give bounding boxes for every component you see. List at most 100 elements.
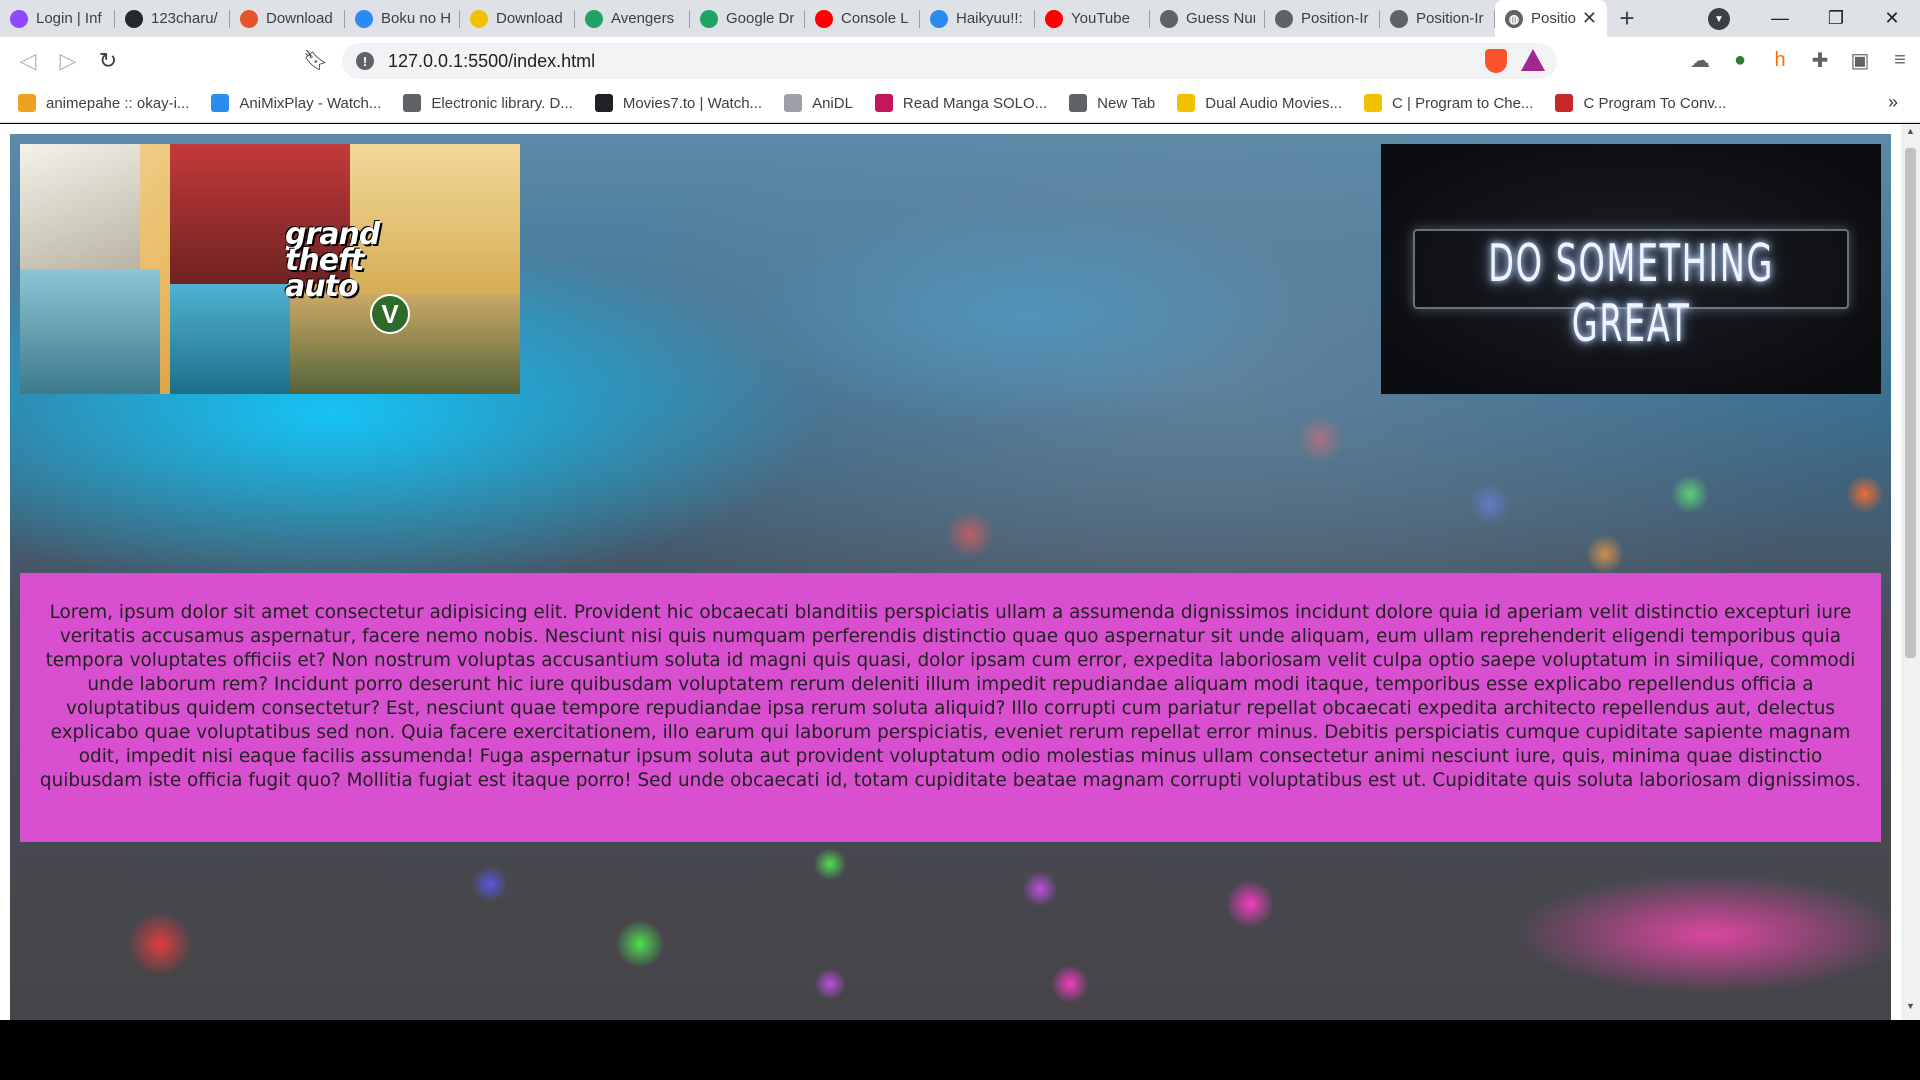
puzzle-icon[interactable]: ✚ (1800, 48, 1840, 73)
anidl-icon (784, 94, 803, 112)
bookmark-item[interactable]: Electronic library. D... (403, 94, 573, 112)
close-window-button[interactable]: ✕ (1864, 8, 1920, 29)
tab-label: 123charu/ (151, 10, 218, 27)
tab-5[interactable]: Avengers (575, 0, 690, 37)
bookmark-item[interactable]: AniDL (784, 94, 853, 112)
gta-v-logo: V (370, 294, 410, 334)
download-site-icon (1177, 94, 1196, 112)
url-text[interactable]: 127.0.0.1:5500/index.html (388, 51, 595, 72)
reload-button[interactable]: ↻ (88, 48, 128, 74)
x-icon (240, 9, 258, 28)
tab-label: Haikyuu!!: (956, 10, 1023, 27)
tab-label: Google Dr (726, 10, 795, 27)
tab-label: Guess Nur (1186, 10, 1255, 27)
brave-shield-icon[interactable] (1485, 49, 1507, 73)
bookmark-label: Dual Audio Movies... (1205, 94, 1343, 112)
gta-image: grand theft auto V (20, 144, 520, 394)
tab-2[interactable]: Download (230, 0, 345, 37)
menu-icon[interactable]: ≡ (1880, 49, 1920, 72)
bookmark-label: Electronic library. D... (431, 94, 573, 112)
animepahe-icon (18, 94, 36, 112)
window-controls: — ❐ ✕ (1752, 0, 1920, 37)
bookmark-label: animepahe :: okay-i... (46, 94, 190, 112)
bookmark-item[interactable]: Read Manga SOLO... (874, 94, 1047, 112)
bookmarks-bar: animepahe :: okay-i... AniMixPlay - Watch… (0, 84, 1920, 123)
toolbar: ◁ ▷ ↻ 🔖︎ ! 127.0.0.1:5500/index.html ☁ ●… (0, 37, 1920, 84)
bookmark-item[interactable]: Dual Audio Movies... (1177, 94, 1342, 112)
tab-label: Avengers (611, 10, 675, 27)
vpn-icon[interactable]: ☁ (1680, 48, 1720, 73)
globe-icon (1390, 9, 1408, 28)
neon-text: DO SOMETHING GREAT (1488, 234, 1774, 354)
maximize-button[interactable]: ❐ (1808, 8, 1864, 29)
scroll-down-icon[interactable]: ▼ (1901, 1001, 1920, 1018)
download-site-icon (470, 9, 488, 28)
tab-11[interactable]: Position-Ir (1265, 0, 1380, 37)
github-icon (125, 9, 143, 28)
google-drive-icon (700, 9, 718, 28)
back-button[interactable]: ◁ (8, 48, 48, 74)
chevron-more-icon[interactable]: » (1888, 92, 1898, 113)
tab-label: Position-Ir (1416, 10, 1484, 27)
bookmark-label: Movies7.to | Watch... (622, 94, 763, 112)
tab-6[interactable]: Google Dr (690, 0, 805, 37)
tab-label: Console L (841, 10, 909, 27)
bookmark-item[interactable]: C Program To Conv... (1555, 94, 1726, 112)
scroll-up-icon[interactable]: ▲ (1901, 126, 1920, 143)
tab-0[interactable]: Login | Inf (0, 0, 115, 37)
page-background: grand theft auto V DO SOMETHING GREAT Lo… (10, 134, 1891, 1020)
manga-icon (874, 94, 893, 112)
bookmark-icon[interactable]: 🔖︎ (303, 48, 328, 73)
scrollbar-thumb[interactable] (1905, 148, 1916, 658)
honey-icon[interactable]: h (1760, 49, 1800, 72)
twitch-icon (10, 9, 28, 28)
tab-label: Download (496, 10, 563, 27)
tab-label: Position-Ir (1301, 10, 1369, 27)
animixplay-icon (211, 94, 230, 112)
page-viewport: grand theft auto V DO SOMETHING GREAT Lo… (0, 124, 1920, 1020)
neon-sign-image: DO SOMETHING GREAT (1381, 144, 1881, 394)
tab-search-icon[interactable]: ▼ (1708, 8, 1730, 30)
animixplay-icon (355, 9, 373, 28)
bookmark-label: C | Program to Che... (1392, 94, 1534, 112)
tab-label: YouTube (1071, 10, 1130, 27)
bookmark-label: New Tab (1097, 94, 1156, 112)
tab-7[interactable]: Console L (805, 0, 920, 37)
animixplay-icon (930, 9, 948, 28)
tab-8[interactable]: Haikyuu!!: (920, 0, 1035, 37)
bookmark-item[interactable]: New Tab (1069, 94, 1155, 112)
address-bar[interactable]: ! 127.0.0.1:5500/index.html (342, 43, 1557, 79)
close-icon[interactable]: ✕ (1582, 8, 1597, 29)
bookmark-item[interactable]: animepahe :: okay-i... (18, 94, 189, 112)
lorem-paragraph: Lorem, ipsum dolor sit amet consectetur … (20, 573, 1881, 842)
bookmark-item[interactable]: Movies7.to | Watch... (594, 94, 763, 112)
geeks-icon (1364, 94, 1383, 112)
v-icon (403, 94, 422, 112)
tab-12[interactable]: Position-Ir (1380, 0, 1495, 37)
tab-9[interactable]: YouTube (1035, 0, 1150, 37)
tab-4[interactable]: Download (460, 0, 575, 37)
extensions-area: ☁ ● h ✚ ▣ ≡ (1680, 37, 1920, 84)
info-icon[interactable]: ! (356, 52, 374, 70)
vertical-scrollbar[interactable]: ▲ ▼ (1901, 124, 1920, 1020)
globe-extension-icon[interactable]: ● (1720, 49, 1760, 72)
wallet-icon[interactable]: ▣ (1840, 48, 1880, 73)
tab-strip: Login | Inf 123charu/Download Boku no H Dow… (0, 0, 1920, 37)
brave-rewards-icon[interactable] (1521, 49, 1545, 71)
tab-label: Download (266, 10, 333, 27)
tab-1[interactable]: 123charu/ (115, 0, 230, 37)
forward-button[interactable]: ▷ (48, 48, 88, 74)
play-icon (594, 94, 613, 112)
bookmark-label: C Program To Conv... (1583, 94, 1727, 112)
youtube-icon (815, 9, 833, 28)
globe-icon: ◍ (1505, 9, 1523, 28)
tab-label: Positio (1531, 10, 1576, 27)
new-tab-button[interactable]: + (1607, 0, 1647, 37)
tab-10[interactable]: Guess Nur (1150, 0, 1265, 37)
bookmark-item[interactable]: AniMixPlay - Watch... (211, 94, 381, 112)
tab-3[interactable]: Boku no H (345, 0, 460, 37)
bookmark-item[interactable]: C | Program to Che... (1364, 94, 1533, 112)
tab-active[interactable]: ◍ Positio ✕ (1495, 0, 1607, 37)
google-drive-icon (585, 9, 603, 28)
minimize-button[interactable]: — (1752, 8, 1808, 29)
